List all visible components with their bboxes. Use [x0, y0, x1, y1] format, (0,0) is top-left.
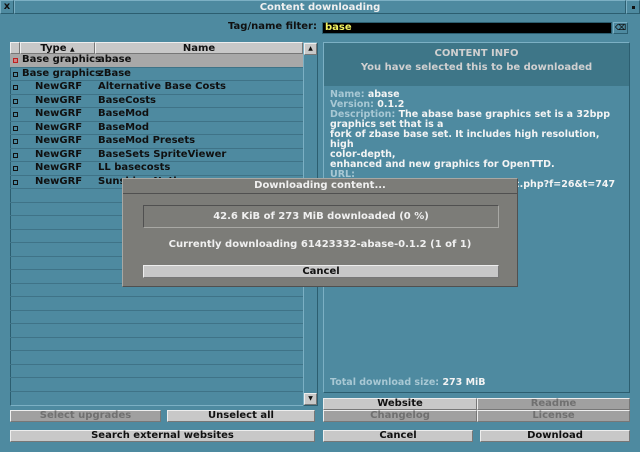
- checkbox-icon[interactable]: [13, 125, 18, 131]
- close-icon: x: [3, 1, 11, 12]
- checkbox-icon[interactable]: [13, 179, 18, 185]
- checkbox-icon[interactable]: [13, 139, 18, 144]
- type-header-label: Type: [40, 43, 67, 54]
- row-name: BaseMod: [98, 108, 150, 119]
- progress-text: 42.6 KiB of 273 MiB downloaded (0 %): [213, 211, 429, 222]
- checkbox-icon[interactable]: [13, 71, 18, 77]
- filter-label: Tag/name filter:: [228, 21, 317, 32]
- filter-input[interactable]: base: [322, 22, 612, 34]
- description-line: fork of zbase base set. It includes high…: [330, 129, 600, 150]
- total-size-value: 273 MiB: [442, 377, 486, 388]
- clear-filter-button[interactable]: ⌫: [613, 22, 628, 34]
- list-row[interactable]: [10, 324, 303, 338]
- license-button[interactable]: License: [477, 410, 630, 422]
- row-name: BaseMod Presets: [98, 135, 196, 146]
- list-row[interactable]: [10, 297, 303, 311]
- list-row[interactable]: [10, 378, 303, 392]
- name-column-header[interactable]: Name: [95, 42, 303, 54]
- info-subtitle: You have selected this to be downloaded: [360, 62, 593, 73]
- progress-bar: 42.6 KiB of 273 MiB downloaded (0 %): [143, 205, 499, 228]
- select-upgrades-button[interactable]: Select upgrades: [10, 410, 161, 422]
- checkbox-icon[interactable]: [13, 58, 18, 63]
- row-name: LL basecosts: [98, 162, 171, 173]
- list-row[interactable]: NewGRF BaseMod: [10, 121, 303, 135]
- row-name: Alternative Base Costs: [98, 81, 226, 92]
- checkbox-icon[interactable]: [13, 85, 18, 90]
- list-row[interactable]: [10, 351, 303, 365]
- row-name: BaseMod: [98, 121, 150, 133]
- download-button[interactable]: Download: [480, 430, 630, 442]
- sticky-pin-icon[interactable]: [626, 0, 640, 14]
- changelog-button[interactable]: Changelog: [323, 410, 477, 422]
- scroll-up-icon[interactable]: ▲: [304, 43, 317, 55]
- list-row[interactable]: NewGRF BaseMod: [10, 108, 303, 122]
- window-title[interactable]: Content downloading: [14, 0, 626, 14]
- total-size-label: Total download size:: [330, 377, 440, 388]
- readme-button[interactable]: Readme: [477, 398, 630, 410]
- scroll-down-icon[interactable]: ▼: [304, 393, 317, 405]
- list-row[interactable]: NewGRF BaseSets SpriteViewer: [10, 148, 303, 162]
- list-row[interactable]: [10, 365, 303, 378]
- row-name: BaseCosts: [98, 94, 156, 106]
- list-row[interactable]: NewGRF LL basecosts: [10, 162, 303, 176]
- row-name: BaseSets SpriteViewer: [98, 148, 227, 160]
- close-button[interactable]: x: [0, 0, 14, 14]
- download-progress-dialog: Downloading content... 42.6 KiB of 273 M…: [122, 178, 518, 287]
- list-row[interactable]: NewGRF BaseCosts: [10, 94, 303, 108]
- dialog-title[interactable]: Downloading content...: [123, 179, 517, 194]
- checkbox-icon[interactable]: [13, 112, 18, 117]
- row-name: abase: [98, 54, 132, 65]
- search-external-button[interactable]: Search external websites: [10, 430, 315, 442]
- cancel-button[interactable]: Cancel: [323, 430, 473, 442]
- checkbox-icon[interactable]: [13, 98, 18, 104]
- list-row[interactable]: NewGRF BaseMod Presets: [10, 135, 303, 149]
- download-status: Currently downloading 61423332-abase-0.1…: [168, 239, 472, 250]
- list-row[interactable]: NewGRF Alternative Base Costs: [10, 81, 303, 95]
- checkbox-icon[interactable]: [13, 152, 18, 158]
- select-all-header[interactable]: [10, 42, 20, 54]
- checkbox-icon[interactable]: [13, 166, 18, 171]
- website-button[interactable]: Website: [323, 398, 477, 410]
- info-title: CONTENT INFO: [434, 48, 519, 59]
- row-name: zBase: [98, 67, 131, 79]
- list-row[interactable]: [10, 338, 303, 351]
- sort-ascending-icon: ▲: [69, 46, 75, 53]
- description-line: enhanced and new graphics for OpenTTD.: [330, 159, 555, 170]
- list-row[interactable]: Base graphics abase: [10, 54, 303, 68]
- type-column-header[interactable]: Type ▲: [20, 42, 95, 54]
- list-row[interactable]: Base graphics zBase: [10, 67, 303, 81]
- backspace-icon: ⌫: [614, 23, 627, 32]
- dialog-cancel-button[interactable]: Cancel: [143, 265, 499, 278]
- unselect-all-button[interactable]: Unselect all: [167, 410, 315, 422]
- list-row[interactable]: [10, 311, 303, 324]
